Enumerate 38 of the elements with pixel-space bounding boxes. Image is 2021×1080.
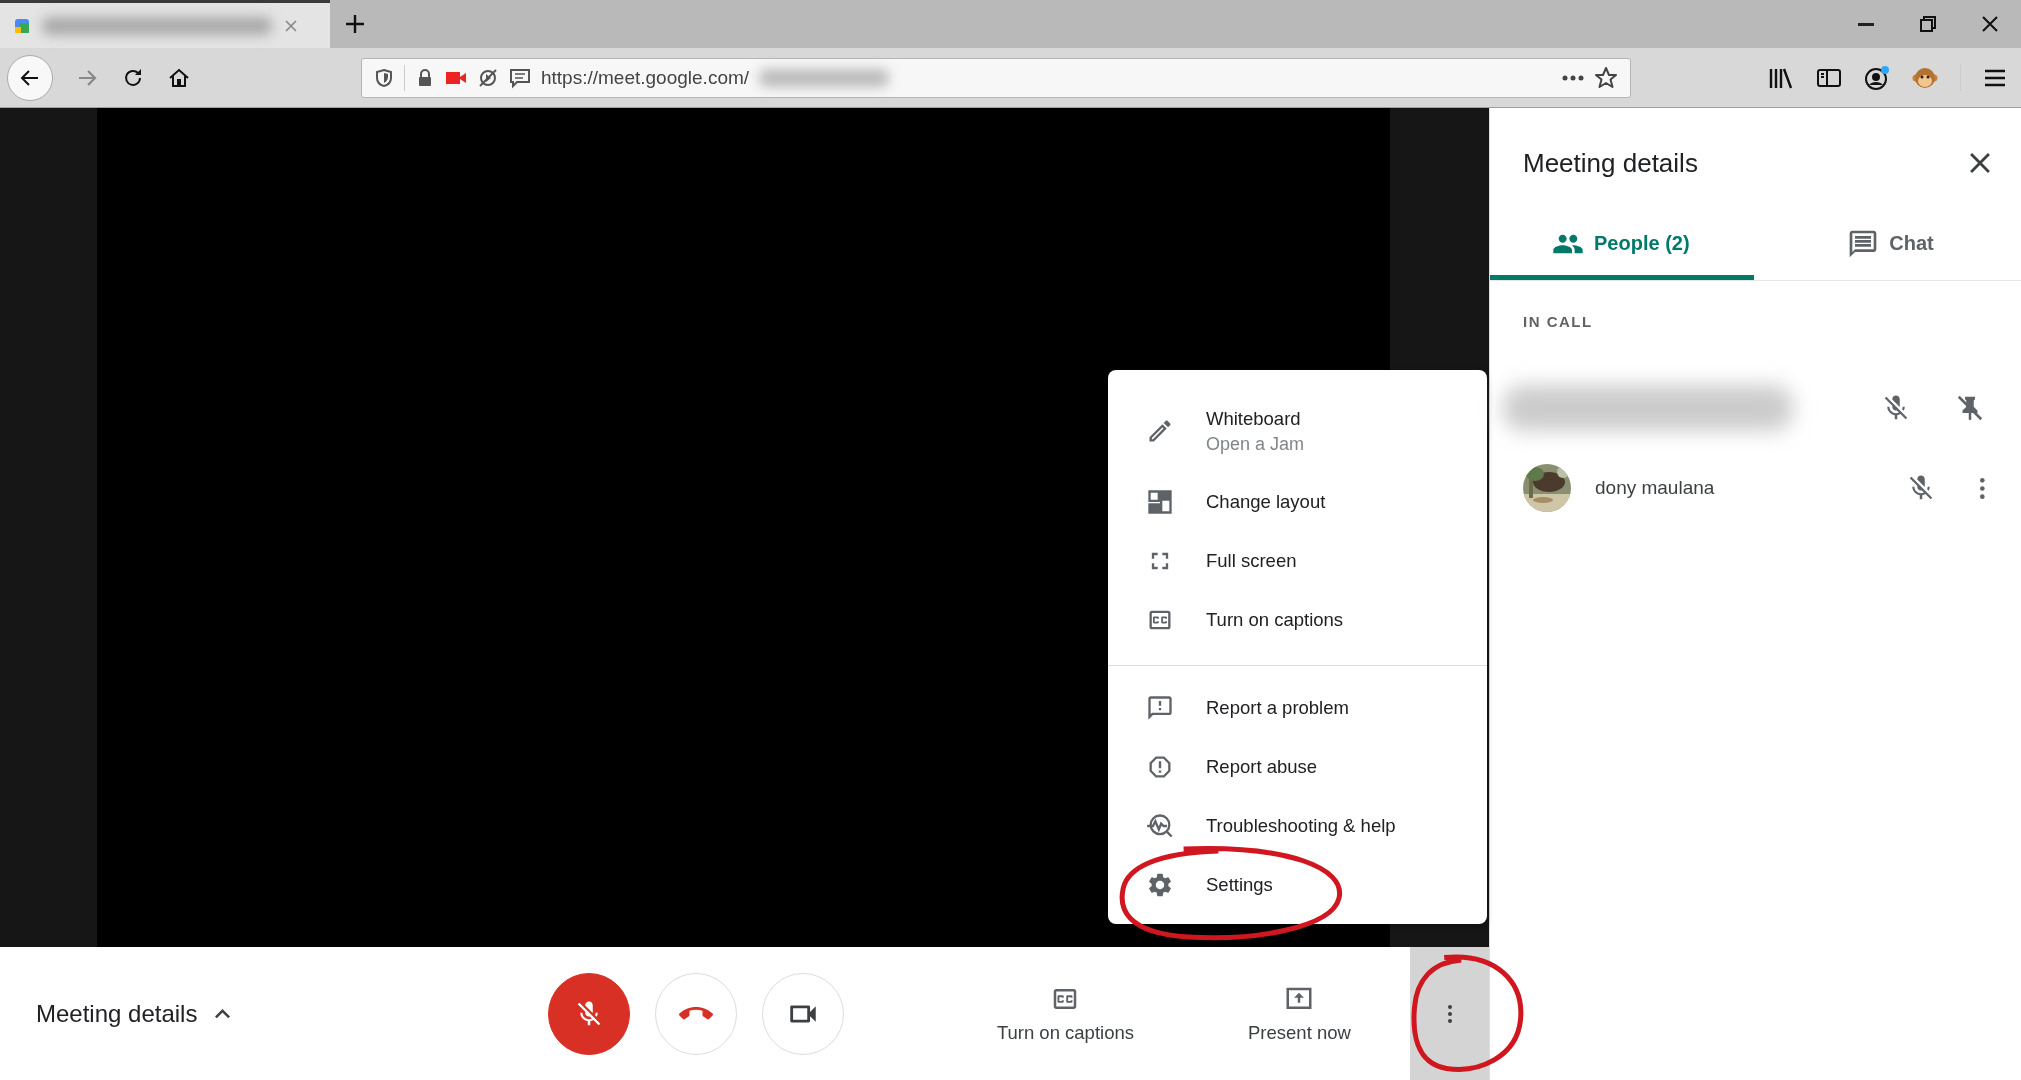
meeting-details-toggle[interactable]: Meeting details [36, 999, 231, 1028]
panel-tab[interactable]: Chat [1754, 218, 2021, 280]
menu-item[interactable]: Report abuse [1108, 737, 1487, 796]
menu-item[interactable]: Settings [1108, 855, 1487, 914]
panel-title: Meeting details [1523, 147, 1698, 179]
menu-item[interactable]: Whiteboard Open a Jam [1108, 390, 1487, 472]
star-icon[interactable] [1594, 65, 1618, 90]
close-icon[interactable] [1981, 15, 1999, 33]
browser-tab[interactable] [0, 0, 330, 48]
participant-name: dony maulana [1595, 477, 1715, 499]
shield-icon [374, 67, 394, 88]
account-icon[interactable] [1864, 64, 1890, 91]
menu-item[interactable]: Turn on captions [1108, 590, 1487, 649]
address-bar[interactable]: https://meet.google.com/ [361, 57, 1631, 98]
menu-item[interactable]: Troubleshooting & help [1108, 796, 1487, 855]
menu-item[interactable]: Full screen [1108, 531, 1487, 590]
troubleshooting-icon [1146, 811, 1174, 840]
present-button[interactable]: Present now [1204, 977, 1395, 1050]
caret-icon [215, 1008, 231, 1019]
menu-item[interactable]: Change layout [1108, 472, 1487, 531]
layout-icon [1146, 487, 1174, 516]
url-text: https://meet.google.com/ [541, 66, 750, 89]
restore-icon[interactable] [1919, 15, 1937, 33]
section-heading: IN CALL [1523, 313, 1593, 330]
more-icon[interactable] [1562, 73, 1584, 82]
feedback-icon [1146, 693, 1174, 722]
pin-off-icon[interactable] [1955, 393, 1985, 423]
new-tab-icon[interactable] [344, 13, 366, 35]
favicon-icon [14, 17, 30, 34]
message-icon [509, 66, 531, 89]
menu-item[interactable]: Report a problem [1108, 678, 1487, 737]
menu-item-subtitle: Open a Jam [1206, 433, 1305, 455]
more-icon [1447, 1004, 1452, 1023]
captions-button[interactable]: Turn on captions [970, 977, 1161, 1050]
back-button[interactable] [7, 54, 53, 101]
more-icon[interactable] [1980, 477, 1985, 499]
autoplay-icon [477, 66, 499, 89]
panel-tab[interactable]: People (2) [1490, 218, 1754, 280]
